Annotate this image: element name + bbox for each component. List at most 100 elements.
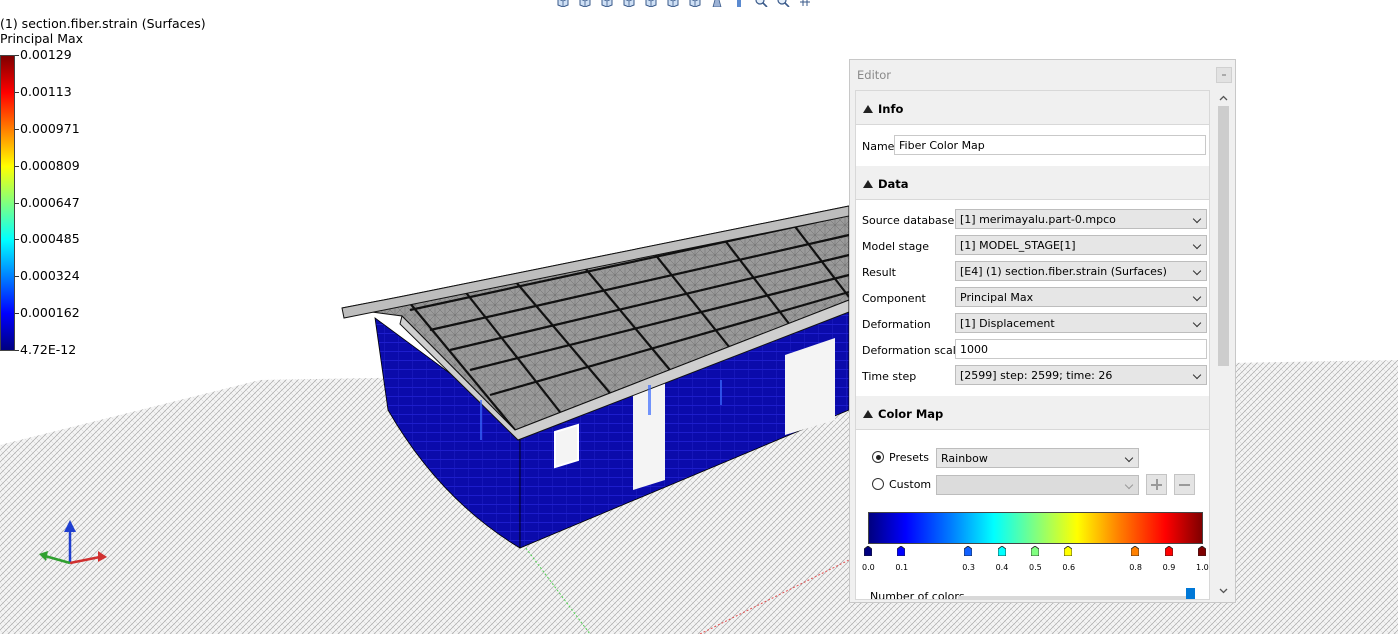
custom-radio[interactable] [872,478,884,490]
legend-label: 0.000971 [20,120,80,136]
deformation-select[interactable]: [1] Displacement [955,313,1207,333]
scrollbar-thumb[interactable] [1218,106,1229,366]
section-data-header[interactable]: Data [856,166,1209,200]
deformation-scale-input[interactable]: 1000 [955,339,1207,359]
collapse-triangle-icon [863,105,873,113]
legend-tick [15,202,19,204]
color-stop-label: 0.3 [962,563,975,572]
color-stop-marker[interactable] [897,546,906,556]
color-stop-label: 0.8 [1129,563,1142,572]
chevron-down-icon [1192,318,1202,328]
component-select[interactable]: Principal Max [955,287,1207,307]
presets-select[interactable]: Rainbow [936,448,1139,468]
time-step-select[interactable]: [2599] step: 2599; time: 26 [955,365,1207,385]
small-window [785,357,793,388]
color-stop-label: 0.6 [1062,563,1076,572]
legend-label: 0.000324 [20,268,80,284]
color-stop-marker[interactable] [1064,546,1073,556]
model-stage-select[interactable]: [1] MODEL_STAGE[1] [955,235,1207,255]
legend-label: 0.000485 [20,231,80,247]
component-label: Component [862,292,926,305]
scroll-up-icon[interactable] [1219,94,1228,103]
legend-title: (1) section.fiber.strain (Surfaces) [0,16,206,31]
legend-tick [15,313,19,315]
color-stop-label: 0.4 [995,563,1009,572]
color-stop-label: 0.0 [862,563,875,572]
chevron-down-icon [1192,240,1202,250]
section-data-label: Data [878,177,909,191]
editor-scrollbar[interactable] [1216,90,1231,600]
color-stop-marker[interactable] [864,546,872,556]
model-stage-label: Model stage [862,240,930,253]
view-top-icon[interactable] [663,0,685,9]
color-stop-marker[interactable] [1031,546,1039,556]
view-left-icon[interactable] [619,0,641,9]
chevron-down-icon [1192,292,1202,302]
legend-tick [15,239,19,241]
zoom-out-icon[interactable] [773,0,795,9]
legend-label: 0.00113 [20,83,72,99]
minus-icon [1179,484,1190,486]
result-select[interactable]: [E4] (1) section.fiber.strain (Surfaces) [955,261,1207,281]
zoom-in-icon[interactable] [751,0,773,9]
color-stop-marker[interactable] [1198,546,1206,556]
color-stop-marker[interactable] [1164,546,1173,556]
deformation-scale-label: Deformation scale [862,344,963,357]
presets-radio[interactable] [872,451,884,463]
chevron-down-icon [1192,214,1202,224]
source-database-select[interactable]: [1] merimayalu.part-0.mpco [955,209,1207,229]
window-opening [554,423,579,469]
section-color-map-header[interactable]: Color Map [856,396,1209,430]
collapse-triangle-icon [863,410,873,418]
name-input[interactable]: Fiber Color Map [894,135,1206,155]
legend-subtitle: Principal Max [0,31,84,46]
legend-label: 4.72E-12 [20,342,77,357]
time-step-label: Time step [862,370,917,383]
deformation-label: Deformation [862,318,931,331]
presets-label: Presets [889,451,930,464]
number-of-colors-slider[interactable] [958,596,1194,599]
chevron-down-icon [1124,453,1134,463]
info-icon[interactable] [729,0,751,9]
view-back-icon[interactable] [597,0,619,9]
color-stop-marker[interactable] [997,546,1006,556]
legend-label: 0.000809 [20,157,80,173]
legend-label: 0.00129 [20,47,72,62]
color-stop-label: 0.1 [895,563,909,572]
grid-icon[interactable] [795,0,817,9]
legend-tick [15,350,19,351]
collapse-triangle-icon [863,180,873,188]
section-color-map-label: Color Map [878,407,944,421]
legend-tick [15,276,19,278]
color-stop-label: 1.0 [1196,563,1209,572]
view-iso-icon[interactable] [553,0,575,9]
color-stop-marker[interactable] [964,546,973,556]
number-of-colors-slider-handle[interactable] [1186,588,1195,599]
chevron-down-icon [1124,480,1134,490]
legend-color-bar [0,55,15,351]
result-label: Result [862,266,896,279]
view-right-icon[interactable] [641,0,663,9]
editor-float-button[interactable] [1216,67,1232,83]
door-opening-2 [785,338,835,435]
chevron-down-icon [1192,370,1202,380]
remove-colormap-button[interactable] [1174,474,1195,495]
view-front-icon[interactable] [575,0,597,9]
view-toolbar [553,0,817,9]
legend-label: 0.000162 [20,305,80,321]
custom-select[interactable] [936,475,1139,495]
legend-tick [15,91,19,93]
section-info-header[interactable]: Info [856,91,1209,125]
color-stop-marker[interactable] [1131,546,1140,556]
editor-title: Editor [857,68,892,82]
custom-label: Custom [889,478,932,491]
legend-label: 0.000647 [20,194,80,210]
section-info-label: Info [878,102,904,116]
chevron-down-icon [1192,266,1202,276]
color-stop-label: 0.9 [1162,563,1176,572]
view-bottom-icon[interactable] [685,0,707,9]
perspective-icon[interactable] [707,0,729,9]
name-label: Name [862,140,895,153]
add-colormap-button[interactable] [1146,474,1167,495]
scroll-down-icon[interactable] [1219,586,1228,595]
